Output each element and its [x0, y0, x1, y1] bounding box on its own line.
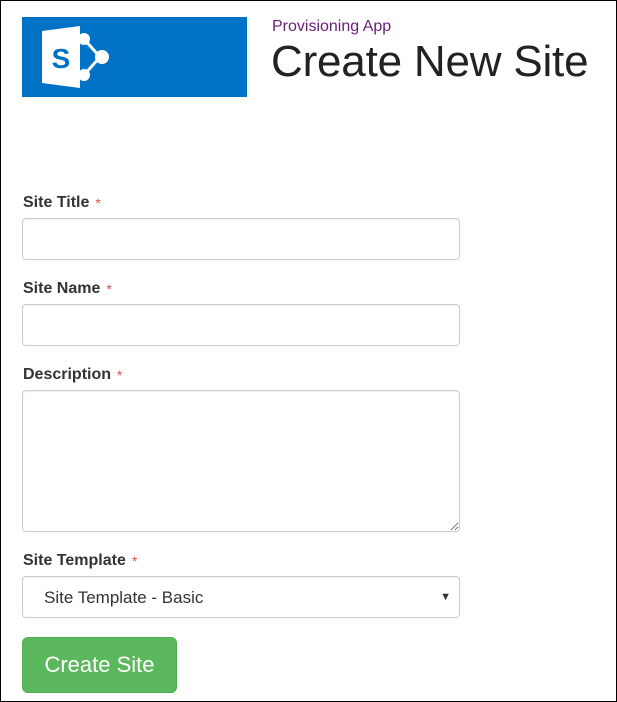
site-title-input[interactable]	[22, 218, 460, 260]
site-template-label: Site Template *	[23, 551, 137, 571]
site-name-input[interactable]	[22, 304, 460, 346]
site-name-label: Site Name *	[23, 279, 112, 299]
description-label: Description *	[23, 365, 122, 385]
required-marker: *	[106, 281, 112, 297]
site-name-label-text: Site Name	[23, 280, 101, 297]
create-site-button[interactable]: Create Site	[22, 637, 177, 693]
description-label-text: Description	[23, 366, 112, 383]
sharepoint-logo: S	[22, 17, 247, 97]
site-title-label-text: Site Title	[23, 194, 90, 211]
required-marker: *	[95, 195, 101, 211]
page-title: Create New Site	[271, 37, 589, 86]
site-template-label-text: Site Template	[23, 552, 126, 569]
description-textarea[interactable]	[22, 390, 460, 532]
app-name: Provisioning App	[272, 18, 392, 35]
sharepoint-logo-icon: S	[22, 17, 247, 97]
required-marker: *	[131, 553, 138, 569]
site-template-select[interactable]: Site Template - Basic ▼	[22, 576, 460, 618]
caret-down-icon: ▼	[440, 591, 451, 603]
required-marker: *	[117, 367, 123, 383]
logo-letter: S	[52, 43, 71, 74]
page-frame: S Provisioning App Create New Site Site …	[0, 0, 617, 702]
site-title-label: Site Title *	[23, 193, 101, 213]
site-template-selected-value: Site Template - Basic	[44, 588, 204, 607]
